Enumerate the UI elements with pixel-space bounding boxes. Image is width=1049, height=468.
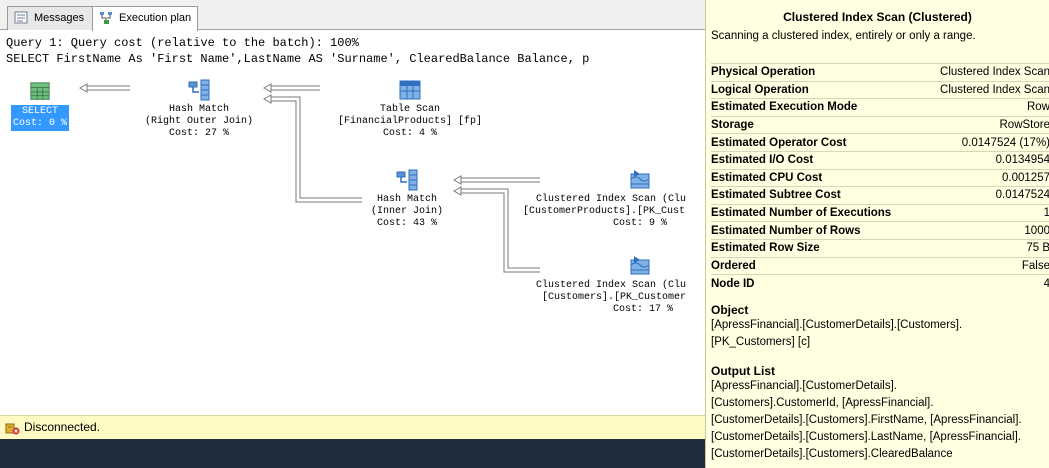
clustered-index-scan-icon: [630, 256, 650, 275]
tooltip-output-line: [ApressFinancial].[CustomerDetails].: [711, 380, 897, 392]
plan-node-clustered-scan-customers[interactable]: Clustered Index Scan (Clu [Customers].[P…: [520, 254, 705, 316]
tooltip-output-line: [CustomerDetails].[Customers].FirstName,…: [711, 414, 1022, 426]
results-tab-strip: Messages Execution plan: [0, 0, 705, 31]
tooltip-object-line: [PK_Customers] [c]: [711, 336, 811, 348]
tooltip-row: Estimated Row Size 75 B: [711, 238, 1049, 258]
tooltip-key: Estimated Number of Rows: [711, 221, 922, 240]
plan-node-hash-match-right-outer[interactable]: Hash Match (Right Outer Join) Cost: 27 %: [132, 78, 266, 140]
table-scan-icon: [399, 80, 421, 100]
plan-node-hash-match-right-outer-type: (Right Outer Join): [144, 116, 254, 127]
plan-node-select[interactable]: SELECT Cost: 0 %: [0, 81, 80, 131]
tooltip-key: Estimated Number of Executions: [711, 203, 922, 222]
tooltip-row: Estimated Execution Mode Row: [711, 98, 1049, 117]
query-header: Query 1: Query cost (relative to the bat…: [0, 31, 705, 71]
tooltip-value: 0.0147524 (17%): [921, 133, 1049, 152]
tooltip-row: Estimated Number of Rows 1000: [711, 221, 1049, 240]
tooltip-object-line: [ApressFinancial].[CustomerDetails].[Cus…: [711, 319, 963, 331]
plan-node-clustered-scan-customerproducts-cost: Cost: 9 %: [613, 218, 668, 229]
tooltip-value: 0.0134954: [921, 150, 1049, 170]
status-text: Disconnected.: [24, 420, 101, 434]
hash-match-icon: [396, 169, 418, 191]
tooltip-key: Logical Operation: [711, 80, 922, 99]
messages-icon: [14, 11, 28, 24]
plan-node-clustered-scan-customerproducts-name: Clustered Index Scan (Clu: [536, 194, 687, 205]
tooltip-value: Row: [921, 98, 1049, 117]
plan-node-hash-match-inner-name: Hash Match: [376, 194, 437, 205]
plan-node-table-scan-cost: Cost: 4 %: [382, 128, 437, 139]
tooltip-row: Logical Operation Clustered Index Scan: [711, 80, 1049, 99]
tooltip-key: Storage: [711, 115, 922, 134]
plan-node-clustered-scan-customerproducts-object: [CustomerProducts].[PK_Cust: [523, 206, 686, 217]
tooltip-row: Physical Operation Clustered Index Scan: [711, 63, 1049, 82]
plan-node-select-name: SELECT: [21, 106, 58, 117]
tooltip-title: Clustered Index Scan (Clustered): [783, 10, 972, 24]
plan-node-table-scan[interactable]: Table Scan [FinancialProducts] [fp] Cost…: [322, 78, 498, 140]
tooltip-row: Storage RowStore: [711, 115, 1049, 134]
tab-messages-label: Messages: [34, 12, 85, 24]
tooltip-row: Ordered False: [711, 256, 1049, 275]
tab-execution-plan[interactable]: Execution plan: [92, 6, 198, 31]
tooltip-row: Estimated Subtree Cost 0.0147524: [711, 186, 1049, 205]
tooltip-output-line: [CustomerDetails].[Customers].ClearedBal…: [711, 448, 953, 460]
plan-node-hash-match-right-outer-cost: Cost: 27 %: [168, 128, 229, 139]
tooltip-output-section: Output List [ApressFinancial].[CustomerD…: [711, 364, 1049, 463]
tooltip-object-heading: Object: [711, 303, 749, 317]
tooltip-description: Scanning a clustered index, entirely or …: [711, 30, 976, 42]
tooltip-key: Estimated Row Size: [711, 238, 922, 258]
tooltip-value: Clustered Index Scan: [921, 80, 1049, 99]
plan-node-hash-match-right-outer-name: Hash Match: [168, 104, 229, 115]
status-bar: Disconnected.: [0, 415, 705, 439]
query-cost-line: Query 1: Query cost (relative to the bat…: [6, 36, 359, 50]
tooltip-object-section: Object [ApressFinancial].[CustomerDetail…: [711, 303, 1049, 351]
plan-node-clustered-scan-customerproducts[interactable]: Clustered Index Scan (Clu [CustomerProdu…: [520, 168, 705, 230]
tooltip-value: RowStore: [921, 115, 1049, 134]
tooltip-value: 4: [921, 274, 1049, 293]
operator-tooltip: Clustered Index Scan (Clustered) Scannin…: [705, 0, 1049, 468]
tooltip-properties-table: Physical Operation Clustered Index Scan L…: [711, 63, 1049, 293]
tooltip-row: Node ID4: [711, 274, 1049, 293]
plan-node-clustered-scan-customers-name: Clustered Index Scan (Clu: [536, 280, 687, 291]
tooltip-key: Ordered: [711, 256, 922, 275]
execution-plan-canvas[interactable]: SELECT Cost: 0 % Hash Match (Right Outer…: [0, 71, 705, 415]
plan-node-table-scan-name: Table Scan: [379, 104, 440, 115]
tooltip-key: Estimated CPU Cost: [711, 168, 922, 187]
query-sql-line: SELECT FirstName As 'First Name',LastNam…: [6, 52, 590, 66]
plan-node-table-scan-object: [FinancialProducts] [fp]: [337, 116, 483, 127]
taskbar: [0, 439, 705, 468]
tooltip-key: Node ID: [711, 274, 922, 293]
tooltip-output-line: [CustomerDetails].[Customers].LastName, …: [711, 431, 1021, 443]
disconnected-icon: [5, 423, 20, 435]
tooltip-value: 75 B: [921, 238, 1049, 258]
tooltip-value: 0.0147524: [921, 186, 1049, 205]
tab-messages[interactable]: Messages: [7, 6, 93, 30]
tooltip-value: Clustered Index Scan: [921, 63, 1049, 82]
plan-node-hash-match-inner[interactable]: Hash Match (Inner Join) Cost: 43 %: [362, 168, 452, 230]
plan-node-hash-match-inner-cost: Cost: 43 %: [376, 218, 437, 229]
tooltip-key: Estimated Execution Mode: [711, 98, 922, 117]
tooltip-value: 0.001257: [921, 168, 1049, 187]
tooltip-row: Estimated Operator Cost 0.0147524 (17%): [711, 133, 1049, 152]
plan-node-hash-match-inner-type: (Inner Join): [370, 206, 443, 217]
tooltip-output-line: [Customers].CustomerId, [ApressFinancial…: [711, 397, 934, 409]
tooltip-value: 1000: [921, 221, 1049, 240]
select-icon: [30, 82, 50, 100]
tooltip-key: Estimated Operator Cost: [711, 133, 922, 152]
tab-execution-plan-label: Execution plan: [119, 12, 192, 24]
tooltip-output-heading: Output List: [711, 364, 775, 378]
tooltip-row: Estimated I/O Cost 0.0134954: [711, 150, 1049, 170]
plan-node-select-cost: Cost: 0 %: [12, 118, 67, 129]
plan-node-clustered-scan-customers-object: [Customers].[PK_Customer: [542, 292, 687, 303]
tooltip-value: False: [921, 256, 1049, 275]
plan-node-clustered-scan-customers-cost: Cost: 17 %: [613, 304, 674, 315]
tooltip-value: 1: [921, 203, 1049, 222]
tooltip-key: Estimated Subtree Cost: [711, 186, 922, 205]
clustered-index-scan-icon: [630, 170, 650, 189]
tooltip-row: Estimated Number of Executions1: [711, 203, 1049, 222]
tooltip-key: Physical Operation: [711, 63, 922, 82]
tooltip-row: Estimated CPU Cost 0.001257: [711, 168, 1049, 187]
hash-match-icon: [188, 79, 210, 101]
tooltip-key: Estimated I/O Cost: [711, 150, 922, 170]
execution-plan-icon: [100, 12, 112, 24]
